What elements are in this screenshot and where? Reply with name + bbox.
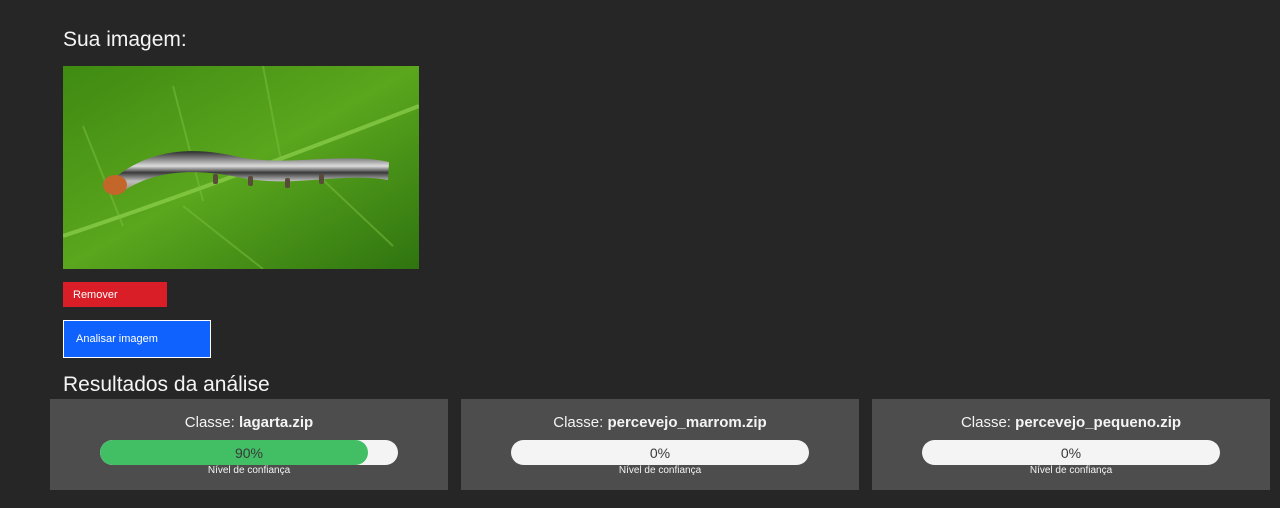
class-prefix: Classe: (960, 414, 1011, 431)
confidence-bar: 0% (511, 440, 809, 465)
result-card: Classe: percevejo_marrom.zip 0% Nível de… (461, 399, 859, 490)
analyze-image-button[interactable]: Analisar imagem (63, 320, 211, 358)
results-heading: Resultados da análise (63, 373, 270, 396)
class-prefix: Classe: (184, 414, 235, 431)
remove-button[interactable]: Remover (63, 282, 167, 307)
result-card: Classe: lagarta.zip 90% Nível de confian… (50, 399, 448, 490)
uploaded-image-caterpillar (63, 66, 419, 269)
confidence-caption: Nível de confiança (618, 465, 702, 476)
class-prefix: Classe: (553, 414, 604, 431)
result-class-title: Classe: percevejo_pequeno.zip (872, 414, 1270, 431)
result-class-title: Classe: percevejo_marrom.zip (461, 414, 859, 431)
result-card: Classe: percevejo_pequeno.zip 0% Nível d… (872, 399, 1270, 490)
confidence-value: 90% (234, 445, 264, 461)
confidence-caption: Nível de confiança (1029, 465, 1113, 476)
confidence-caption: Nível de confiança (207, 465, 291, 476)
confidence-bar: 0% (922, 440, 1220, 465)
confidence-value: 0% (1060, 445, 1082, 461)
class-name: lagarta.zip (239, 414, 314, 431)
upload-heading: Sua imagem: (63, 28, 187, 51)
confidence-bar: 90% (100, 440, 398, 465)
class-name: percevejo_pequeno.zip (1015, 414, 1182, 431)
class-name: percevejo_marrom.zip (607, 414, 767, 431)
result-class-title: Classe: lagarta.zip (50, 414, 448, 431)
confidence-value: 0% (649, 445, 671, 461)
app-page: Sua imagem: Remover Analisar imagem Resu… (0, 0, 1280, 508)
